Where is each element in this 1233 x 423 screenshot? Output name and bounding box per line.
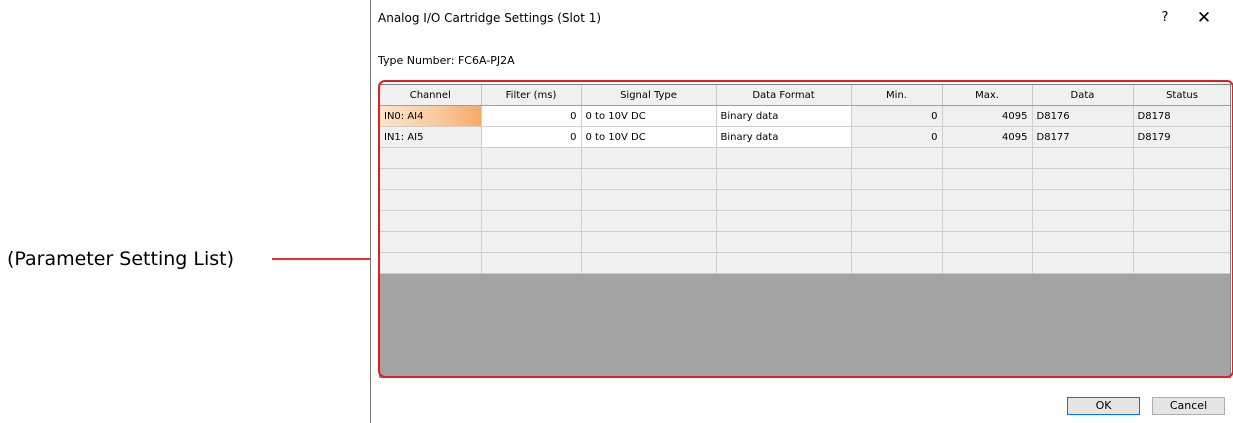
column-header-signal-type[interactable]: Signal Type bbox=[581, 85, 717, 106]
empty-table-row bbox=[380, 231, 1230, 253]
column-header-data[interactable]: Data bbox=[1032, 85, 1134, 106]
cancel-button[interactable]: Cancel bbox=[1152, 397, 1225, 415]
dialog-title: Analog I/O Cartridge Settings (Slot 1) bbox=[378, 11, 602, 25]
column-header-min[interactable]: Min. bbox=[851, 85, 943, 106]
min-cell: 0 bbox=[851, 105, 943, 127]
signal-type-cell[interactable]: 0 to 10V DC bbox=[581, 126, 717, 148]
empty-table-row bbox=[380, 168, 1230, 190]
empty-table-row bbox=[380, 210, 1230, 232]
table-header-row: Channel Filter (ms) Signal Type Data For… bbox=[380, 85, 1230, 106]
callout-line bbox=[272, 258, 378, 260]
table-row: IN1: AI5 0 0 to 10V DC Binary data 0 409… bbox=[380, 126, 1230, 148]
filter-cell[interactable]: 0 bbox=[481, 126, 582, 148]
min-cell: 0 bbox=[851, 126, 943, 148]
max-cell: 4095 bbox=[942, 105, 1033, 127]
ok-button[interactable]: OK bbox=[1067, 397, 1140, 415]
channel-cell[interactable]: IN1: AI5 bbox=[380, 126, 482, 148]
column-header-filter[interactable]: Filter (ms) bbox=[481, 85, 582, 106]
empty-table-row bbox=[380, 147, 1230, 169]
status-cell: D8179 bbox=[1133, 126, 1230, 148]
column-header-channel[interactable]: Channel bbox=[380, 85, 482, 106]
signal-type-cell[interactable]: 0 to 10V DC bbox=[581, 105, 717, 127]
analog-io-settings-dialog: Analog I/O Cartridge Settings (Slot 1) ?… bbox=[370, 0, 1233, 423]
empty-table-row bbox=[380, 189, 1230, 211]
column-header-max[interactable]: Max. bbox=[942, 85, 1033, 106]
close-icon[interactable]: ✕ bbox=[1191, 8, 1217, 28]
empty-table-row bbox=[380, 252, 1230, 274]
table-row: IN0: AI4 0 0 to 10V DC Binary data 0 409… bbox=[380, 105, 1230, 127]
max-cell: 4095 bbox=[942, 126, 1033, 148]
channel-cell[interactable]: IN0: AI4 bbox=[380, 105, 482, 127]
data-cell: D8176 bbox=[1032, 105, 1134, 127]
data-format-cell[interactable]: Binary data bbox=[716, 105, 852, 127]
parameter-setting-list: Channel Filter (ms) Signal Type Data For… bbox=[379, 84, 1231, 378]
data-format-cell[interactable]: Binary data bbox=[716, 126, 852, 148]
type-number-label: Type Number: FC6A-PJ2A bbox=[378, 54, 515, 67]
status-cell: D8178 bbox=[1133, 105, 1230, 127]
data-cell: D8177 bbox=[1032, 126, 1134, 148]
help-button[interactable]: ? bbox=[1155, 8, 1175, 28]
filter-cell[interactable]: 0 bbox=[481, 105, 582, 127]
column-header-status[interactable]: Status bbox=[1133, 85, 1230, 106]
column-header-data-format[interactable]: Data Format bbox=[716, 85, 852, 106]
parameter-setting-list-callout: (Parameter Setting List) bbox=[7, 248, 234, 270]
